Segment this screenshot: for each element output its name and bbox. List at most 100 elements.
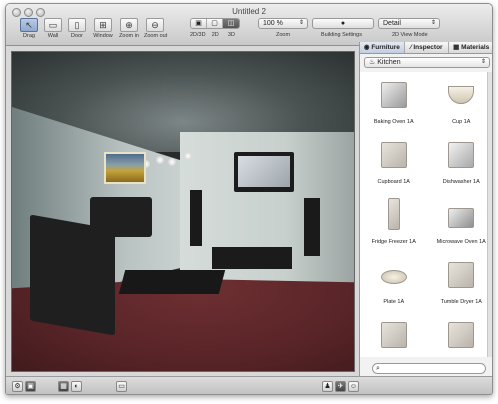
door-icon: ▯ <box>68 18 86 32</box>
fly-mode-icon[interactable]: ✈ <box>335 381 346 392</box>
tool-label: Door <box>71 33 83 39</box>
popup-arrows-icon: ⇕ <box>480 59 486 65</box>
plan-view-icon[interactable]: ▦ <box>58 381 69 392</box>
furniture-item[interactable] <box>428 312 493 357</box>
furniture-item[interactable]: Plate 1A <box>360 252 428 312</box>
tv-screen <box>238 156 290 187</box>
2d-view-mode-value: Detail <box>383 20 401 27</box>
tool-label: Zoom out <box>144 33 168 39</box>
zoom-popup[interactable]: 100 % ⇕ <box>258 18 308 29</box>
furniture-item-name: Cupboard 1A <box>377 179 410 185</box>
search-icon: ⌕ <box>376 365 380 372</box>
search-input[interactable]: ⌕ <box>372 363 486 374</box>
view-3d-icon[interactable]: ◫ <box>223 19 239 28</box>
view-mode-label-3d: 3D <box>227 32 235 38</box>
view-mode-label-2d3d: 2D/3D <box>190 32 206 38</box>
drag-tool-button[interactable]: ↖ Drag <box>18 18 40 40</box>
furniture-item-name: Microwave Oven 1A <box>436 239 486 245</box>
furniture-item[interactable]: Cupboard 1A <box>360 132 428 192</box>
microwave-oven-icon <box>440 196 482 236</box>
tab-label: Furniture <box>371 44 400 51</box>
library-sidebar: ◉ Furniture ∕ Inspector ▦ Materials ♨ Kitc… <box>359 42 493 376</box>
furniture-item[interactable]: Dishwasher 1A <box>428 132 493 192</box>
popup-arrows-icon: ⇕ <box>430 20 436 26</box>
wall-tool-button[interactable]: ▭ Wall <box>42 18 64 40</box>
furniture-item[interactable] <box>360 312 428 357</box>
tab-label: Materials <box>461 44 490 51</box>
2d-view-mode-popup[interactable]: Detail ⇕ <box>378 18 440 29</box>
orbit-icon[interactable]: ◐ <box>71 381 82 392</box>
building-settings-icon: ● <box>340 20 346 27</box>
window-tool-button[interactable]: ⊞ Window <box>92 18 114 40</box>
tab-materials[interactable]: ▦ Materials <box>449 42 492 53</box>
ceiling-spotlights <box>140 150 196 170</box>
sidebar-tabs: ◉ Furniture ∕ Inspector ▦ Materials <box>360 42 492 54</box>
furniture-item[interactable]: Baking Oven 1A <box>360 72 428 132</box>
sofa-model[interactable] <box>30 214 115 336</box>
2d-view-mode-label: 2D View Mode <box>392 32 428 38</box>
building-settings-label: Building Settings <box>321 32 362 38</box>
window-icon: ⊞ <box>94 18 112 32</box>
sidebar-scrollbar[interactable] <box>487 72 492 357</box>
furniture-grid: Baking Oven 1A Cup 1A Cupboard 1A Dishwashe… <box>360 72 493 357</box>
person-view-icon[interactable]: ☺ <box>348 381 359 392</box>
partial-item-icon <box>373 316 415 356</box>
tumble-dryer-icon <box>440 256 482 296</box>
walk-mode-icon[interactable]: ♟ <box>322 381 333 392</box>
zoom-out-icon: ⊖ <box>146 18 164 32</box>
furniture-item[interactable]: Tumble Dryer 1A <box>428 252 493 312</box>
fridge-freezer-icon <box>373 196 415 236</box>
furniture-item-name: Plate 1A <box>383 299 405 305</box>
popup-arrows-icon: ⇕ <box>298 20 304 26</box>
category-value: Kitchen <box>377 59 401 66</box>
door-tool-button[interactable]: ▯ Door <box>66 18 88 40</box>
kitchen-category-icon: ♨ <box>369 59 376 66</box>
spotlight-icon <box>184 152 192 160</box>
3d-view[interactable] <box>11 51 355 372</box>
camera-icon[interactable]: ▣ <box>25 381 36 392</box>
view-mode-label-2d: 2D <box>211 32 219 38</box>
arrow-cursor-icon: ↖ <box>20 18 38 32</box>
tool-label: Zoom in <box>119 33 139 39</box>
zoom-out-tool-button[interactable]: ⊖ Zoom out <box>144 18 168 40</box>
coffee-table-model[interactable] <box>118 270 226 294</box>
tab-furniture[interactable]: ◉ Furniture <box>360 42 405 53</box>
speaker-right-model[interactable] <box>304 198 320 256</box>
wall-painting[interactable] <box>104 152 146 184</box>
furniture-item[interactable]: Fridge Freezer 1A <box>360 192 428 252</box>
view-mode-labels: 2D/3D 2D 3D <box>190 32 235 38</box>
tv-stand-model[interactable] <box>212 247 292 269</box>
furniture-item-name: Fridge Freezer 1A <box>371 239 416 245</box>
view-mode-segmented-control[interactable]: ▣ ▢ ◫ <box>190 18 240 29</box>
baking-oven-icon <box>373 76 415 116</box>
building-settings-button[interactable]: ● <box>312 18 374 29</box>
gear-icon[interactable]: ⚙ <box>12 381 23 392</box>
furniture-item[interactable]: Microwave Oven 1A <box>428 192 493 252</box>
furniture-item[interactable]: Cup 1A <box>428 72 493 132</box>
view-2d3d-icon[interactable]: ▣ <box>191 19 207 28</box>
zoom-in-icon: ⊕ <box>120 18 138 32</box>
tv-model[interactable] <box>234 152 294 192</box>
zoom-label: Zoom <box>276 32 291 38</box>
furniture-item-name: Tumble Dryer 1A <box>440 299 482 305</box>
zoom-in-tool-button[interactable]: ⊕ Zoom in <box>118 18 140 40</box>
dishwasher-icon <box>440 136 482 176</box>
spotlight-icon <box>156 156 164 164</box>
furniture-item-name: Cup 1A <box>452 119 471 125</box>
materials-icon: ▦ <box>453 44 462 51</box>
tab-inspector[interactable]: ∕ Inspector <box>405 42 450 53</box>
tab-label: Inspector <box>413 44 443 51</box>
title-bar: Untitled 2 ↖ Drag ▭ Wall ▯ Door ⊞ Window ⊕ Zoom i… <box>6 4 492 46</box>
cupboard-icon <box>373 136 415 176</box>
category-select[interactable]: ♨ Kitchen ⇕ <box>364 57 490 68</box>
spotlight-icon <box>168 158 176 166</box>
speaker-left-model[interactable] <box>190 190 202 246</box>
wall-icon: ▭ <box>44 18 62 32</box>
tool-label: Wall <box>47 33 59 39</box>
plate-icon <box>373 256 415 296</box>
zoom-value: 100 % <box>263 20 283 27</box>
status-bar: ⚙ ▣ ▦ ◐ ▭ ♟ ✈ ☺ <box>6 376 492 394</box>
window-title: Untitled 2 <box>232 7 266 16</box>
screenshot-icon[interactable]: ▭ <box>116 381 127 392</box>
view-2d-icon[interactable]: ▢ <box>207 19 223 28</box>
